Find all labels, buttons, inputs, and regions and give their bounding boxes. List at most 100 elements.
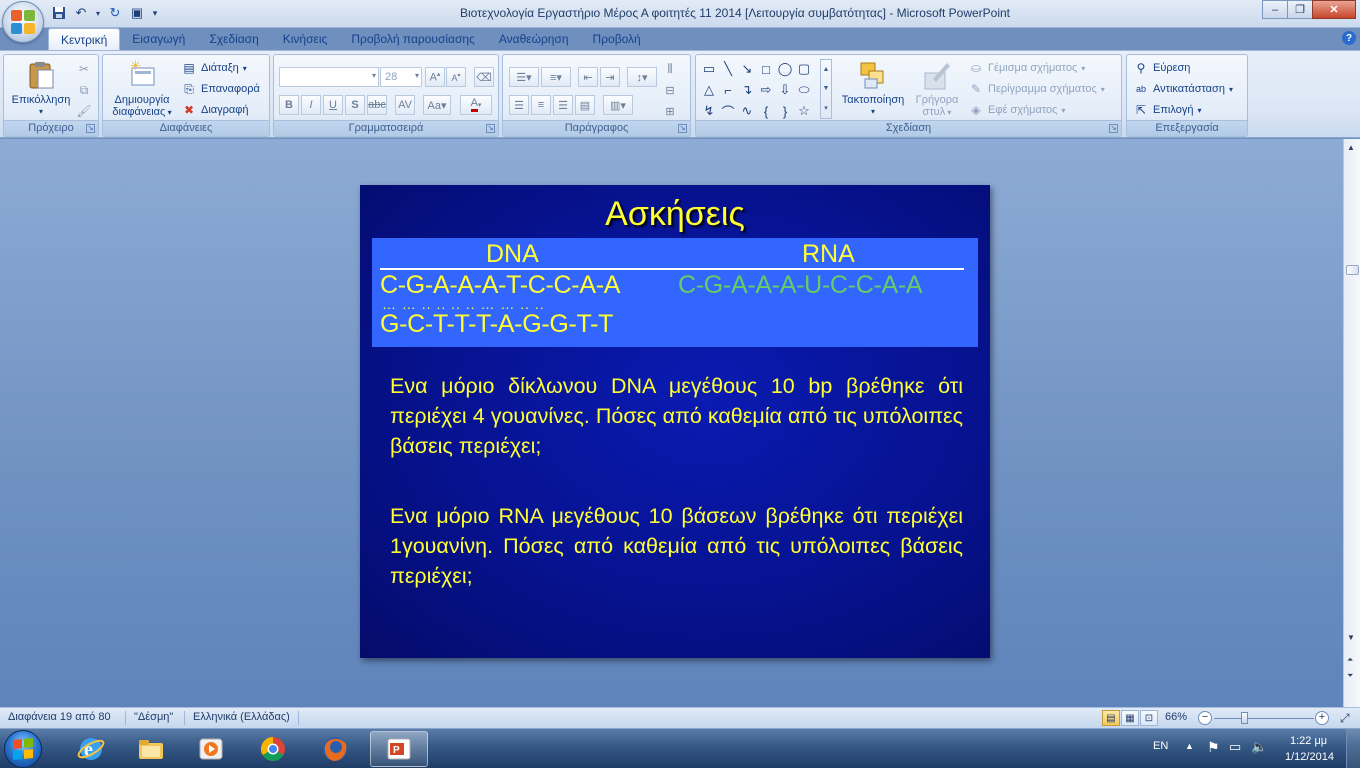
tray-expand-icon[interactable]: ▲ xyxy=(1185,741,1194,751)
taskbar-powerpoint[interactable]: P xyxy=(370,731,428,767)
tab-slideshow[interactable]: Προβολή παρουσίασης xyxy=(339,28,487,50)
quick-styles-button[interactable]: Γρήγορα στυλ ▾ xyxy=(908,59,966,119)
tab-insert[interactable]: Εισαγωγή xyxy=(120,28,197,50)
delete-slide-button[interactable]: ✖ Διαγραφή xyxy=(181,100,249,120)
down-arrow-shape-icon[interactable]: ⇩ xyxy=(776,80,794,100)
italic-button[interactable]: I xyxy=(301,95,321,115)
triangle-shape-icon[interactable]: △ xyxy=(700,80,718,100)
network-icon[interactable]: ▭ xyxy=(1229,739,1241,755)
shape-fill-button[interactable]: ⛀ Γέμισμα σχήματος ▾ xyxy=(968,58,1085,78)
cut-button[interactable]: ✂ xyxy=(76,59,92,79)
help-icon[interactable]: ? xyxy=(1342,31,1356,45)
clock-date[interactable]: 1/12/2014 xyxy=(1285,751,1334,763)
flowchart-shape-icon[interactable]: ⬭ xyxy=(795,80,813,100)
tab-animations[interactable]: Κινήσεις xyxy=(271,28,340,50)
close-button[interactable]: ✕ xyxy=(1312,0,1356,19)
oval-shape-icon[interactable]: ◯ xyxy=(776,59,794,79)
arrange-button[interactable]: Τακτοποίηση ▾ xyxy=(838,59,908,118)
smartart-button[interactable]: ⊞ xyxy=(660,101,680,121)
right-arrow-shape-icon[interactable]: ⇨ xyxy=(757,80,775,100)
find-button[interactable]: ⚲ Εύρεση xyxy=(1133,58,1191,78)
tab-view[interactable]: Προβολή xyxy=(581,28,653,50)
bold-button[interactable]: B xyxy=(279,95,299,115)
gallery-down-icon[interactable]: ▼ xyxy=(823,85,830,92)
clipboard-launcher-icon[interactable]: ↘ xyxy=(86,124,95,133)
taskbar-ie[interactable]: e xyxy=(62,731,120,767)
tab-home[interactable]: Κεντρική xyxy=(48,28,121,50)
line-shape-icon[interactable]: ╲ xyxy=(719,59,737,79)
input-language[interactable]: EN xyxy=(1153,740,1168,752)
star-shape-icon[interactable]: ☆ xyxy=(795,101,813,121)
columns-button[interactable]: ▥▾ xyxy=(603,95,633,115)
change-case-button[interactable]: Aa▾ xyxy=(423,95,451,115)
zoom-slider-track[interactable] xyxy=(1214,718,1314,719)
taskbar-media-player[interactable] xyxy=(182,731,240,767)
shape-effects-button[interactable]: ◈ Εφέ σχήματος ▾ xyxy=(968,100,1065,120)
elbow-connector-shape-icon[interactable]: ⌐ xyxy=(719,80,737,100)
question-1[interactable]: Ενα μόριο δίκλωνου DNA μεγέθους 10 bp βρ… xyxy=(390,371,963,461)
align-center-button[interactable]: ≡ xyxy=(531,95,551,115)
zoom-out-icon[interactable]: − xyxy=(1198,711,1212,725)
grow-font-button[interactable]: A▴ xyxy=(425,67,445,87)
layout-button[interactable]: ▤ Διάταξη ▾ xyxy=(181,58,246,78)
slideshow-view-button[interactable]: ⊡ xyxy=(1140,710,1158,726)
paste-button[interactable]: Επικόλληση ▾ xyxy=(8,59,74,118)
font-launcher-icon[interactable]: ↘ xyxy=(486,124,495,133)
arrow-line-shape-icon[interactable]: ↘ xyxy=(738,59,756,79)
shrink-font-button[interactable]: A▾ xyxy=(446,67,466,87)
copy-button[interactable]: ⧉ xyxy=(76,80,92,100)
vertical-scrollbar[interactable]: ▲ ▼ ⏶ ⏷ xyxy=(1343,139,1360,707)
sequence-box[interactable]: DNA RNA C-G-A-A-A-T-C-C-A-A … … .. .. ..… xyxy=(372,238,978,347)
decrease-indent-button[interactable]: ⇤ xyxy=(578,67,598,87)
align-right-button[interactable]: ☰ xyxy=(553,95,573,115)
question-2[interactable]: Ενα μόριο RNA μεγέθους 10 βάσεων βρέθηκε… xyxy=(390,501,963,591)
rounded-rectangle-shape-icon[interactable]: ▢ xyxy=(795,59,813,79)
tab-design[interactable]: Σχεδίαση xyxy=(197,28,270,50)
action-center-icon[interactable]: ⚑ xyxy=(1207,739,1220,756)
scroll-down-icon[interactable]: ▼ xyxy=(1347,633,1355,642)
zoom-level[interactable]: 66% xyxy=(1165,711,1187,723)
increase-indent-button[interactable]: ⇥ xyxy=(600,67,620,87)
gallery-up-icon[interactable]: ▲ xyxy=(823,66,830,73)
freeform-shape-icon[interactable]: ∿ xyxy=(738,101,756,121)
textbox-shape-icon[interactable]: ▭ xyxy=(700,59,718,79)
strikethrough-button[interactable]: abc xyxy=(367,95,387,115)
taskbar-firefox[interactable] xyxy=(306,731,364,767)
curve-shape-icon[interactable]: ↯ xyxy=(700,101,718,121)
font-name-combo[interactable]: ▾ xyxy=(279,67,379,87)
tab-review[interactable]: Αναθεώρηση xyxy=(487,28,581,50)
language-indicator[interactable]: Ελληνικά (Ελλάδας) xyxy=(193,711,290,723)
minimize-button[interactable]: – xyxy=(1262,0,1288,19)
left-brace-shape-icon[interactable]: { xyxy=(757,101,775,121)
zoom-slider-thumb[interactable] xyxy=(1241,712,1249,724)
taskbar-explorer[interactable] xyxy=(122,731,180,767)
previous-slide-icon[interactable]: ⏶ xyxy=(1347,655,1353,665)
align-left-button[interactable]: ☰ xyxy=(509,95,529,115)
maximize-button[interactable]: ❐ xyxy=(1287,0,1313,19)
next-slide-icon[interactable]: ⏷ xyxy=(1347,671,1353,681)
align-text-button[interactable]: ⊟ xyxy=(660,80,680,100)
show-desktop-button[interactable] xyxy=(1346,729,1360,768)
new-slide-button[interactable]: ✳ Δημιουργία διαφάνειας ▾ xyxy=(107,58,177,119)
numbering-button[interactable]: ≡▾ xyxy=(541,67,571,87)
shadow-button[interactable]: S xyxy=(345,95,365,115)
slide-canvas[interactable]: Ασκήσεις DNA RNA C-G-A-A-A-T-C-C-A-A … …… xyxy=(360,185,990,658)
normal-view-button[interactable]: ▤ xyxy=(1102,710,1120,726)
text-direction-button[interactable]: ⫼ xyxy=(660,59,680,79)
drawing-launcher-icon[interactable]: ↘ xyxy=(1109,124,1118,133)
clear-formatting-button[interactable]: ⌫ xyxy=(474,67,494,87)
scrollbar-thumb[interactable] xyxy=(1346,265,1359,275)
font-size-combo[interactable]: 28 ▾ xyxy=(380,67,422,87)
right-brace-shape-icon[interactable]: } xyxy=(776,101,794,121)
font-color-button[interactable]: A ▾ xyxy=(460,95,492,115)
start-button[interactable] xyxy=(4,730,42,768)
line-spacing-button[interactable]: ↕▾ xyxy=(627,67,657,87)
office-button[interactable] xyxy=(2,1,44,43)
arc-shape-icon[interactable]: ⌒ xyxy=(719,101,737,121)
fit-slide-icon[interactable]: ⤢ xyxy=(1340,711,1350,726)
gallery-more-icon[interactable]: ▾ xyxy=(824,104,828,112)
justify-button[interactable]: ▤ xyxy=(575,95,595,115)
slide-title[interactable]: Ασκήσεις xyxy=(360,195,990,234)
clock-time[interactable]: 1:22 μμ xyxy=(1290,735,1327,747)
bullets-button[interactable]: ☰▾ xyxy=(509,67,539,87)
